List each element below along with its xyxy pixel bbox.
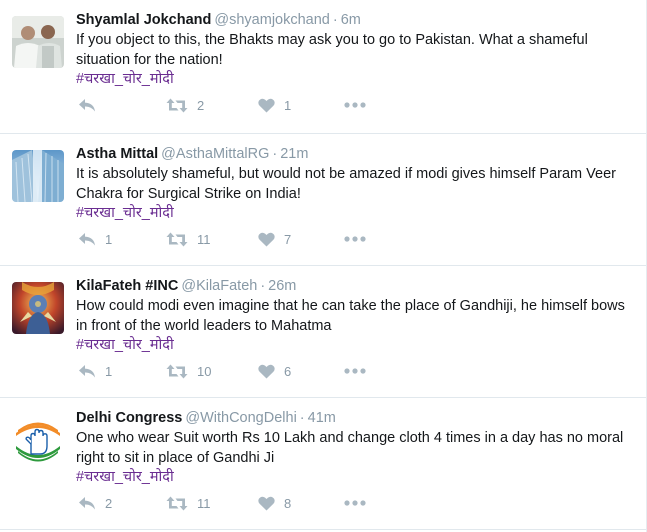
- tweet-header: KilaFateh #INC @KilaFateh · 26m: [76, 276, 632, 296]
- reply-button[interactable]: 1: [78, 228, 112, 250]
- tweet-timestamp[interactable]: 41m: [308, 410, 336, 426]
- retweet-button[interactable]: 11: [166, 492, 211, 514]
- tweet-actions: 1 10 6: [76, 360, 396, 382]
- reply-button[interactable]: 2: [78, 492, 112, 514]
- retweet-icon: [166, 496, 188, 510]
- tweet[interactable]: Delhi Congress @WithCongDelhi · 41m One who…: [0, 398, 646, 530]
- reply-button[interactable]: [78, 94, 105, 116]
- avatar[interactable]: [12, 414, 64, 466]
- retweet-count: 2: [197, 97, 205, 113]
- more-button[interactable]: [344, 360, 366, 382]
- reply-icon: [79, 364, 95, 377]
- retweet-icon: [166, 98, 188, 112]
- tweet-timestamp[interactable]: 6m: [341, 12, 361, 28]
- author-username[interactable]: @KilaFateh: [181, 278, 257, 294]
- reply-icon: [79, 232, 95, 245]
- more-button[interactable]: [344, 94, 366, 116]
- reply-count: 1: [105, 231, 113, 247]
- tweet-actions: 2 1: [76, 94, 396, 116]
- reply-icon: [79, 496, 95, 509]
- author-name[interactable]: Delhi Congress: [76, 410, 182, 426]
- photo-avatar-image: [12, 16, 64, 68]
- author-name[interactable]: Shyamlal Jokchand: [76, 12, 211, 28]
- separator-dot: ·: [299, 410, 305, 426]
- tweet-header: Delhi Congress @WithCongDelhi · 41m: [76, 408, 632, 428]
- hashtag-link[interactable]: #चरखा_चोर_मोदी: [76, 468, 632, 487]
- tweet-feed: Shyamlal Jokchand @shyamjokchand · 6m If yo…: [0, 0, 647, 532]
- author-name[interactable]: KilaFateh #INC: [76, 278, 178, 294]
- like-count: 8: [284, 495, 292, 511]
- tweet-text: One who wear Suit worth Rs 10 Lakh and c…: [76, 430, 624, 466]
- heart-icon: [258, 232, 275, 246]
- hashtag-link[interactable]: #चरखा_चोर_मोदी: [76, 70, 632, 89]
- more-icon: [344, 368, 366, 374]
- hashtag-link[interactable]: #चरखा_चोर_मोदी: [76, 336, 632, 355]
- tweet-timestamp[interactable]: 26m: [268, 278, 296, 294]
- like-button[interactable]: 1: [258, 94, 291, 116]
- author-username[interactable]: @shyamjokchand: [214, 12, 329, 28]
- avatar[interactable]: [12, 282, 64, 334]
- like-button[interactable]: 8: [258, 492, 291, 514]
- like-button[interactable]: 7: [258, 228, 291, 250]
- reply-count: 2: [105, 495, 113, 511]
- tweet-text: How could modi even imagine that he can …: [76, 298, 625, 334]
- heart-icon: [258, 98, 275, 112]
- tweet-text: If you object to this, the Bhakts may as…: [76, 32, 588, 68]
- like-count: 1: [284, 97, 292, 113]
- retweet-count: 11: [197, 495, 211, 511]
- like-count: 7: [284, 231, 292, 247]
- retweet-icon: [166, 232, 188, 246]
- more-icon: [344, 236, 366, 242]
- heart-icon: [258, 496, 275, 510]
- more-button[interactable]: [344, 228, 366, 250]
- author-name[interactable]: Astha Mittal: [76, 146, 158, 162]
- separator-dot: ·: [272, 146, 278, 162]
- tweet[interactable]: KilaFateh #INC @KilaFateh · 26m How could m…: [0, 266, 646, 398]
- more-icon: [344, 500, 366, 506]
- author-username[interactable]: @WithCongDelhi: [185, 410, 296, 426]
- retweet-button[interactable]: 10: [166, 360, 211, 382]
- separator-dot: ·: [260, 278, 266, 294]
- retweet-count: 11: [197, 231, 211, 247]
- more-button[interactable]: [344, 492, 366, 514]
- author-username[interactable]: @AsthaMittalRG: [161, 146, 269, 162]
- tweet-header: Shyamlal Jokchand @shyamjokchand · 6m: [76, 10, 632, 30]
- heart-icon: [258, 364, 275, 378]
- hashtag-link[interactable]: #चरखा_चोर_मोदी: [76, 204, 632, 223]
- avatar[interactable]: [12, 16, 64, 68]
- tweet-timestamp[interactable]: 21m: [280, 146, 308, 162]
- tweet-text: It is absolutely shameful, but would not…: [76, 166, 616, 202]
- tweet-actions: 1 11 7: [76, 228, 396, 250]
- like-button[interactable]: 6: [258, 360, 291, 382]
- tweet[interactable]: Shyamlal Jokchand @shyamjokchand · 6m If yo…: [0, 0, 646, 134]
- avatar[interactable]: [12, 150, 64, 202]
- reply-button[interactable]: 1: [78, 360, 112, 382]
- reply-icon: [79, 98, 95, 111]
- retweet-count: 10: [197, 363, 212, 379]
- building-avatar-image: [12, 150, 64, 202]
- congress-hand-avatar-image: [12, 414, 64, 466]
- tweet-header: Astha Mittal @AsthaMittalRG · 21m: [76, 144, 632, 164]
- retweet-icon: [166, 364, 188, 378]
- more-icon: [344, 102, 366, 108]
- separator-dot: ·: [332, 12, 338, 28]
- tweet[interactable]: Astha Mittal @AsthaMittalRG · 21m It is abs…: [0, 134, 646, 266]
- retweet-button[interactable]: 11: [166, 228, 211, 250]
- tweet-actions: 2 11 8: [76, 492, 396, 514]
- deity-avatar-image: [12, 282, 64, 334]
- reply-count: 1: [105, 363, 113, 379]
- like-count: 6: [284, 363, 292, 379]
- retweet-button[interactable]: 2: [166, 94, 204, 116]
